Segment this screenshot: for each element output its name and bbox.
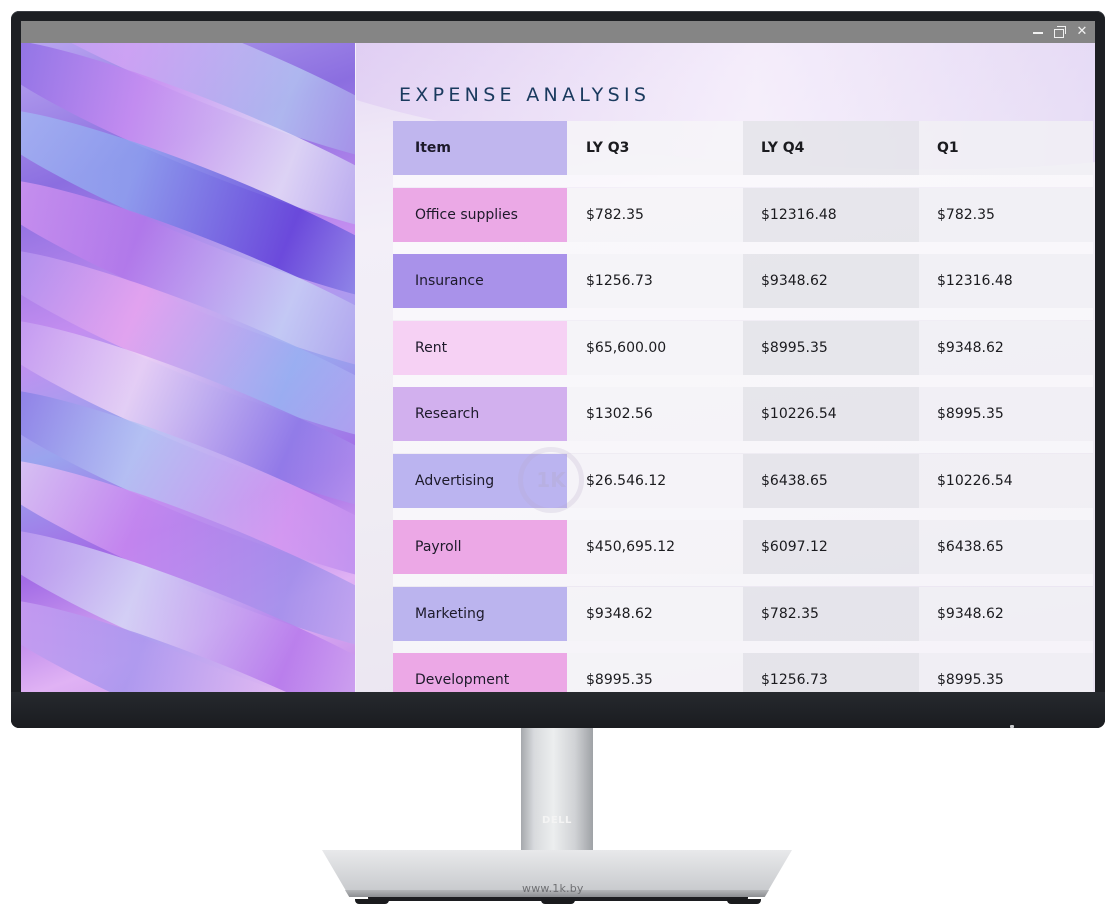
cell-ly-q3: $782.35 [586,207,644,223]
minimize-button[interactable] [1029,23,1047,41]
wallpaper-artwork [21,43,355,692]
table-row: Development $8995.35 $1256.73 $8995.35 [393,653,1093,692]
row-label-cell: Rent [393,321,567,375]
row-separator [393,441,1093,453]
watermark-logo: 1K [518,447,584,513]
cell-q1: $8995.35 [937,672,1004,688]
cell-q1: $6438.65 [937,539,1004,555]
cell-ly-q4: $6438.65 [761,473,828,489]
row-label-cell: Research [393,387,567,441]
row-label-cell: Marketing [393,587,567,641]
row-separator [393,242,1093,254]
cell-ly-q3: $8995.35 [586,672,653,688]
cell-ly-q4: $12316.48 [761,207,837,223]
cell-q1: $8995.35 [937,406,1004,422]
header-cell-ly-q4: LY Q4 [761,140,805,156]
stand-foot [541,899,575,904]
row-label-cell: Insurance [393,254,567,308]
screen: ✕ EXPENSE ANALYSIS Item LY Q3 LY Q4 Q1 O… [21,21,1095,692]
close-button[interactable]: ✕ [1073,23,1091,41]
cell-ly-q4: $8995.35 [761,340,828,356]
row-label: Rent [415,340,448,356]
cell-ly-q4: $10226.54 [761,406,837,422]
monitor-chin [11,692,1105,728]
row-label-cell: Development [393,653,567,692]
row-separator [393,641,1093,653]
row-label-cell: Payroll [393,520,567,574]
cell-ly-q3: $1256.73 [586,273,653,289]
row-label: Advertising [415,473,495,489]
row-separator [393,175,1093,187]
row-separator [393,375,1093,387]
row-label-cell: Office supplies [393,188,567,242]
cell-ly-q3: $1302.56 [586,406,653,422]
restore-button[interactable] [1051,23,1069,41]
row-separator [393,308,1093,320]
cell-q1: $9348.62 [937,340,1004,356]
row-label: Research [415,406,480,422]
table-row: Office supplies $782.35 $12316.48 $782.35 [393,188,1093,242]
table-header-row: Item LY Q3 LY Q4 Q1 [393,121,1093,175]
cell-q1: $9348.62 [937,606,1004,622]
cell-q1: $12316.48 [937,273,1013,289]
table-row: Advertising $26.546.12 $6438.65 $10226.54 [393,454,1093,508]
site-watermark: www.1k.by [522,882,584,895]
row-separator [393,508,1093,520]
stand-foot [727,899,761,904]
table-row: Research $1302.56 $10226.54 $8995.35 [393,387,1093,441]
cell-ly-q3: $450,695.12 [586,539,676,555]
table-row: Insurance $1256.73 $9348.62 $12316.48 [393,254,1093,308]
cell-ly-q3: $26.546.12 [586,473,667,489]
header-label: Item [415,140,451,156]
header-cell-item: Item [393,121,567,175]
table-row: Payroll $450,695.12 $6097.12 $6438.65 [393,520,1093,574]
header-cell-q1: Q1 [937,140,959,156]
row-label: Marketing [415,606,485,622]
row-label: Office supplies [415,207,518,223]
close-icon: ✕ [1076,24,1088,39]
stand-foot [355,899,389,904]
cell-ly-q4: $6097.12 [761,539,828,555]
cell-q1: $782.35 [937,207,995,223]
row-label: Insurance [415,273,484,289]
cell-ly-q3: $65,600.00 [586,340,667,356]
table-row: Marketing $9348.62 $782.35 $9348.62 [393,587,1093,641]
cell-q1: $10226.54 [937,473,1013,489]
cell-ly-q4: $782.35 [761,606,819,622]
expense-panel: EXPENSE ANALYSIS Item LY Q3 LY Q4 Q1 Off… [356,43,1095,692]
power-indicator [1010,725,1014,728]
table-row: Rent $65,600.00 $8995.35 $9348.62 [393,321,1093,375]
page-title: EXPENSE ANALYSIS [399,84,651,106]
window-titlebar: ✕ [21,21,1095,43]
brand-logo: DELL [542,815,572,826]
cell-ly-q4: $9348.62 [761,273,828,289]
cell-ly-q4: $1256.73 [761,672,828,688]
row-separator [393,574,1093,586]
row-label: Development [415,672,510,688]
header-cell-ly-q3: LY Q3 [586,140,630,156]
cell-ly-q3: $9348.62 [586,606,653,622]
row-label: Payroll [415,539,462,555]
